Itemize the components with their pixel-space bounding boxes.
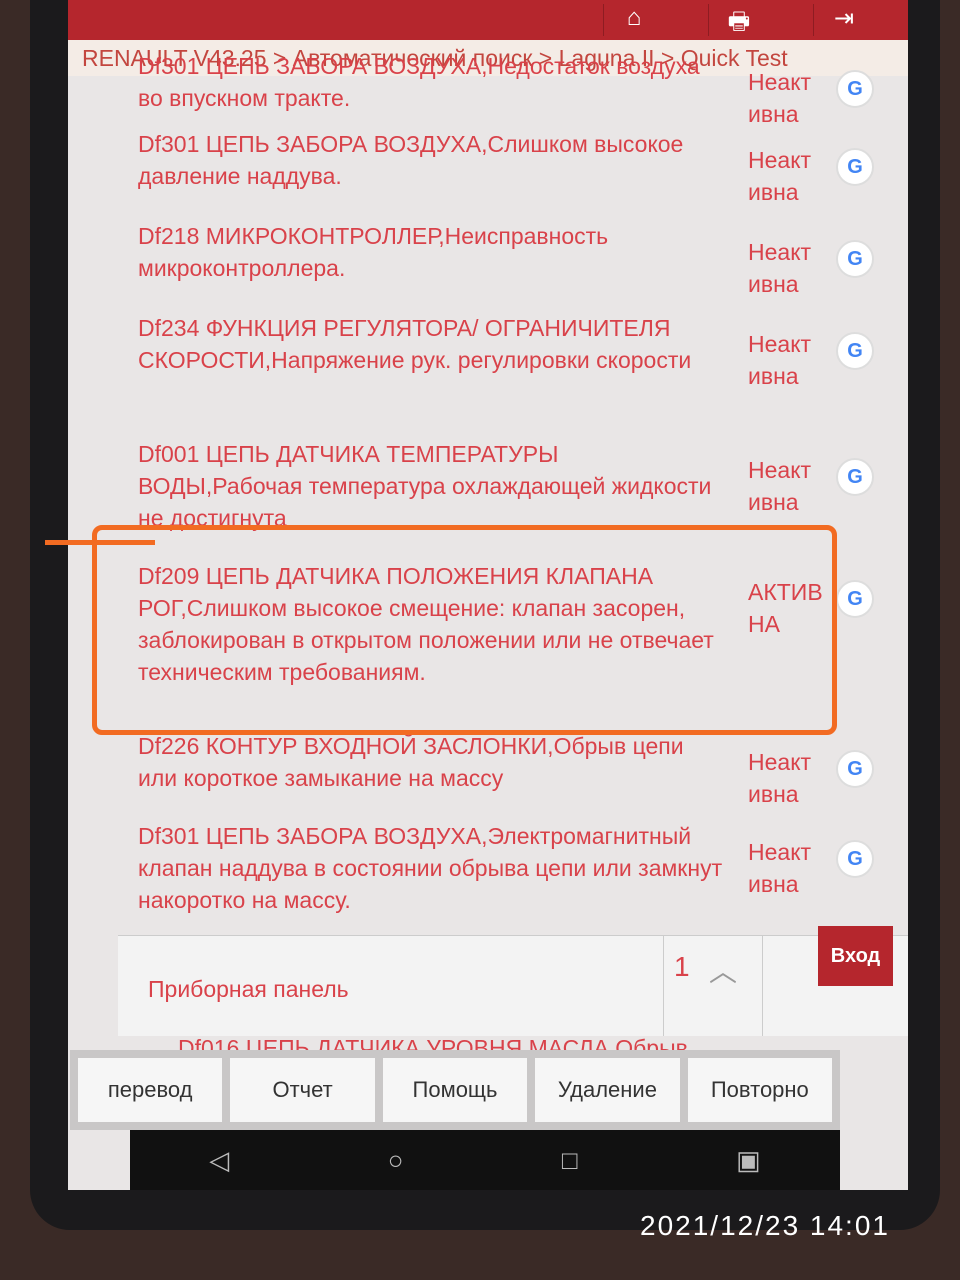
back-icon[interactable]: ◁ <box>209 1145 229 1176</box>
fault-text: Df001 ЦЕПЬ ДАТЧИКА ТЕМПЕРАТУРЫ ВОДЫ,Рабо… <box>138 441 712 531</box>
fault-text: Df226 КОНТУР ВХОДНОЙ ЗАСЛОНКИ,Обрыв цепи… <box>138 733 684 791</box>
delete-button[interactable]: Удаление <box>535 1058 680 1122</box>
photo-timestamp: 2021/12/23 14:01 <box>640 1210 890 1241</box>
translate-button[interactable]: перевод <box>78 1058 223 1122</box>
page-counter[interactable]: 1 ︿ <box>663 936 763 1036</box>
google-search-icon[interactable]: G <box>836 580 874 618</box>
repeat-button[interactable]: Повторно <box>687 1058 833 1122</box>
fault-status: Неактивна <box>748 147 812 205</box>
fault-text: Df301 ЦЕПЬ ЗАБОРА ВОЗДУХА,Слишком высоко… <box>138 131 684 189</box>
google-search-icon[interactable]: G <box>836 458 874 496</box>
fault-row[interactable]: Df301 ЦЕПЬ ЗАБОРА ВОЗДУХА,Слишком высоко… <box>68 124 908 205</box>
fault-row[interactable]: Df234 ФУНКЦИЯ РЕГУЛЯТОРА/ ОГРАНИЧИТЕЛЯ С… <box>68 308 908 389</box>
home-circle-icon[interactable]: ○ <box>388 1145 404 1176</box>
help-button[interactable]: Помощь <box>382 1058 528 1122</box>
google-search-icon[interactable]: G <box>836 70 874 108</box>
fault-status: Неактивна <box>748 457 812 515</box>
fault-row[interactable]: Df001 ЦЕПЬ ДАТЧИКА ТЕМПЕРАТУРЫ ВОДЫ,Рабо… <box>68 434 908 534</box>
google-search-icon[interactable]: G <box>836 840 874 878</box>
fault-text: Df301 ЦЕПЬ ЗАБОРА ВОЗДУХА,Электромагнитн… <box>138 823 723 913</box>
fault-text: Df218 МИКРОКОНТРОЛЛЕР,Неисправность микр… <box>138 223 609 281</box>
fault-text: Df301 ЦЕПЬ ЗАБОРА ВОЗДУХА,Недостаток воз… <box>138 53 700 111</box>
dashboard-panel: Приборная панель 1 ︿ Вход <box>118 926 908 1036</box>
page-count: 1 <box>674 951 690 982</box>
screenshot-icon[interactable]: ▣ <box>736 1145 761 1176</box>
enter-button[interactable]: Вход <box>818 926 893 986</box>
action-bar: перевод Отчет Помощь Удаление Повторно <box>70 1050 840 1130</box>
google-search-icon[interactable]: G <box>836 240 874 278</box>
fault-text: Df234 ФУНКЦИЯ РЕГУЛЯТОРА/ ОГРАНИЧИТЕЛЯ С… <box>138 315 692 373</box>
home-icon[interactable]: ⌂ <box>603 4 664 36</box>
fault-status: Неактивна <box>748 839 812 897</box>
report-button[interactable]: Отчет <box>230 1058 375 1122</box>
android-nav-bar: ◁ ○ □ ▣ <box>130 1130 840 1190</box>
fault-status: Неактивна <box>748 239 812 297</box>
google-search-icon[interactable]: G <box>836 148 874 186</box>
fault-status: Неактивна <box>748 331 812 389</box>
top-bar: ⌂ 🖶 ⇥ <box>68 0 908 40</box>
chevron-up-icon[interactable]: ︿ <box>709 950 737 990</box>
fault-status: Неактивна <box>748 69 812 127</box>
google-search-icon[interactable]: G <box>836 332 874 370</box>
fault-row[interactable]: Df301 ЦЕПЬ ЗАБОРА ВОЗДУХА,Недостаток воз… <box>68 46 908 127</box>
fault-status: Неактивна <box>748 749 812 807</box>
fault-row[interactable]: Df218 МИКРОКОНТРОЛЛЕР,Неисправность микр… <box>68 216 908 297</box>
exit-icon[interactable]: ⇥ <box>813 4 874 36</box>
print-icon[interactable]: 🖶 <box>708 4 769 36</box>
panel-label: Приборная панель <box>148 976 349 1002</box>
google-search-icon[interactable]: G <box>836 750 874 788</box>
recents-icon[interactable]: □ <box>562 1145 578 1176</box>
highlight-box <box>92 525 837 735</box>
fault-row[interactable]: Df226 КОНТУР ВХОДНОЙ ЗАСЛОНКИ,Обрыв цепи… <box>68 726 908 807</box>
fault-row[interactable]: Df301 ЦЕПЬ ЗАБОРА ВОЗДУХА,Электромагнитн… <box>68 816 908 916</box>
